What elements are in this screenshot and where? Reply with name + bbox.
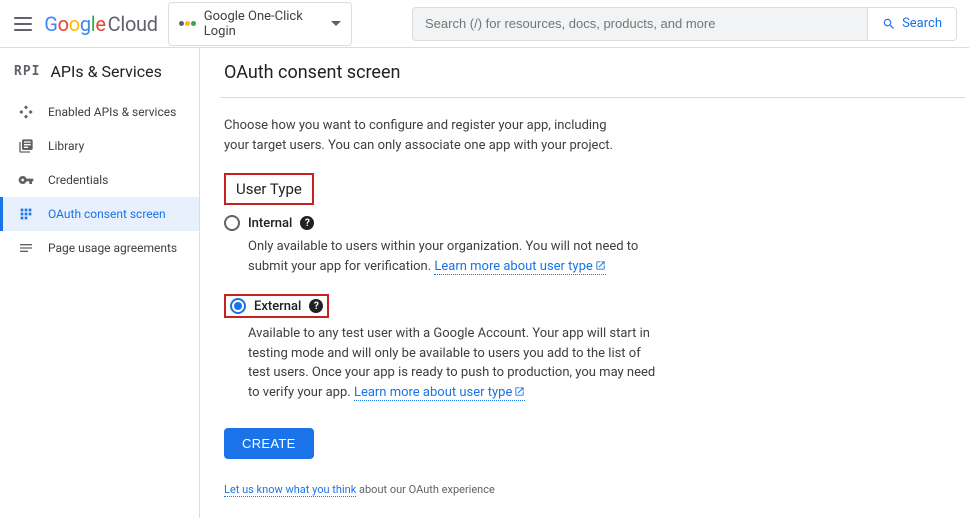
feedback-text: Let us know what you think about our OAu…	[224, 483, 945, 496]
learn-more-external-link[interactable]: Learn more about user type	[354, 385, 525, 401]
sidebar-item-page-usage[interactable]: Page usage agreements	[0, 231, 199, 265]
sidebar-item-label: Enabled APIs & services	[48, 105, 176, 119]
user-type-heading: User Type	[228, 176, 310, 202]
search-input[interactable]	[413, 8, 867, 40]
sidebar-item-label: Credentials	[48, 173, 108, 187]
header: Google Cloud Google One-Click Login Sear…	[0, 0, 969, 48]
search-button[interactable]: Search	[867, 8, 956, 40]
sidebar-item-label: OAuth consent screen	[48, 207, 166, 221]
key-icon	[18, 172, 34, 188]
help-icon[interactable]: ?	[300, 216, 314, 230]
page-title: OAuth consent screen	[220, 62, 965, 98]
radio-label: Internal	[248, 216, 292, 231]
sidebar-title: APIs & Services	[50, 62, 161, 81]
radio-internal[interactable]: Internal ?	[224, 215, 945, 231]
radio-icon-checked	[230, 298, 246, 314]
sidebar-item-credentials[interactable]: Credentials	[0, 163, 199, 197]
sidebar-header: RPI APIs & Services	[0, 56, 199, 95]
project-name: Google One-Click Login	[204, 9, 323, 39]
radio-icon	[224, 215, 240, 231]
sidebar: RPI APIs & Services Enabled APIs & servi…	[0, 48, 200, 518]
external-description: Available to any test user with a Google…	[248, 324, 658, 402]
logo-cloud-text: Cloud	[108, 12, 158, 36]
learn-more-internal-link[interactable]: Learn more about user type	[434, 259, 605, 275]
chevron-down-icon	[331, 21, 341, 26]
menu-icon[interactable]	[12, 12, 34, 36]
search-container: Search	[412, 7, 957, 41]
sidebar-item-enabled-apis[interactable]: Enabled APIs & services	[0, 95, 199, 129]
logo[interactable]: Google Cloud	[44, 12, 157, 36]
consent-icon	[18, 206, 34, 222]
radio-external-highlight: External ?	[224, 294, 329, 318]
create-button[interactable]: CREATE	[224, 428, 314, 459]
library-icon	[18, 138, 34, 154]
main-content: OAuth consent screen Choose how you want…	[200, 48, 969, 518]
radio-external[interactable]: External ?	[230, 298, 323, 314]
sidebar-item-label: Page usage agreements	[48, 241, 177, 255]
radio-label: External	[254, 299, 301, 314]
agreements-icon	[18, 240, 34, 256]
search-icon	[882, 17, 896, 31]
sidebar-item-label: Library	[48, 139, 84, 153]
intro-text: Choose how you want to configure and reg…	[224, 116, 624, 155]
project-selector[interactable]: Google One-Click Login	[168, 2, 352, 46]
external-link-icon	[514, 386, 525, 397]
search-button-label: Search	[902, 16, 942, 31]
sidebar-item-library[interactable]: Library	[0, 129, 199, 163]
api-badge: RPI	[14, 64, 40, 79]
sidebar-item-oauth-consent[interactable]: OAuth consent screen	[0, 197, 199, 231]
feedback-link[interactable]: Let us know what you think	[224, 483, 356, 497]
diamond-icon	[18, 104, 34, 120]
external-link-icon	[595, 260, 606, 271]
help-icon[interactable]: ?	[309, 299, 323, 313]
user-type-heading-highlight: User Type	[224, 173, 314, 205]
project-icon	[179, 21, 196, 26]
internal-description: Only available to users within your orga…	[248, 237, 658, 276]
